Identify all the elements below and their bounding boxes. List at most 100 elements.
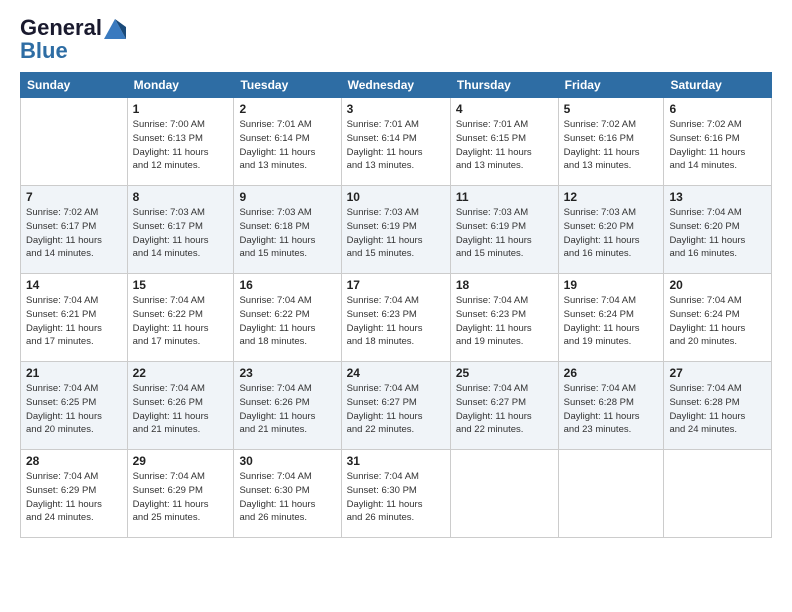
day-cell: 20 Sunrise: 7:04 AMSunset: 6:24 PMDayligh… bbox=[664, 274, 772, 362]
day-number: 31 bbox=[347, 454, 445, 468]
day-info: Sunrise: 7:04 AMSunset: 6:24 PMDaylight:… bbox=[669, 294, 766, 349]
day-info: Sunrise: 7:04 AMSunset: 6:25 PMDaylight:… bbox=[26, 382, 122, 437]
day-cell: 10Sunrise: 7:03 AMSunset: 6:19 PMDayligh… bbox=[341, 186, 450, 274]
day-info: Sunrise: 7:04 AMSunset: 6:30 PMDaylight:… bbox=[239, 470, 335, 525]
day-info: Sunrise: 7:04 AMSunset: 6:30 PMDaylight:… bbox=[347, 470, 445, 525]
day-number: 27 bbox=[669, 366, 766, 380]
day-cell: 16 Sunrise: 7:04 AMSunset: 6:22 PMDayligh… bbox=[234, 274, 341, 362]
day-number: 8 bbox=[133, 190, 229, 204]
day-cell: 22Sunrise: 7:04 AMSunset: 6:26 PMDayligh… bbox=[127, 362, 234, 450]
day-info: Sunrise: 7:04 AMSunset: 6:29 PMDaylight:… bbox=[133, 470, 229, 525]
col-header-saturday: Saturday bbox=[664, 73, 772, 98]
day-number: 7 bbox=[26, 190, 122, 204]
day-cell: 2 Sunrise: 7:01 AMSunset: 6:14 PMDaylight… bbox=[234, 98, 341, 186]
day-info: Sunrise: 7:02 AMSunset: 6:16 PMDaylight:… bbox=[669, 118, 766, 173]
day-info: Sunrise: 7:04 AMSunset: 6:28 PMDaylight:… bbox=[669, 382, 766, 437]
col-header-sunday: Sunday bbox=[21, 73, 128, 98]
day-cell: 26Sunrise: 7:04 AMSunset: 6:28 PMDayligh… bbox=[558, 362, 664, 450]
day-info: Sunrise: 7:04 AMSunset: 6:24 PMDaylight:… bbox=[564, 294, 659, 349]
day-number: 25 bbox=[456, 366, 553, 380]
day-number: 29 bbox=[133, 454, 229, 468]
day-info: Sunrise: 7:04 AMSunset: 6:21 PMDaylight:… bbox=[26, 294, 122, 349]
week-row-4: 21Sunrise: 7:04 AMSunset: 6:25 PMDayligh… bbox=[21, 362, 772, 450]
day-cell: 5 Sunrise: 7:02 AMSunset: 6:16 PMDaylight… bbox=[558, 98, 664, 186]
day-cell: 19 Sunrise: 7:04 AMSunset: 6:24 PMDayligh… bbox=[558, 274, 664, 362]
col-header-thursday: Thursday bbox=[450, 73, 558, 98]
day-number: 22 bbox=[133, 366, 229, 380]
day-info: Sunrise: 7:03 AMSunset: 6:19 PMDaylight:… bbox=[456, 206, 553, 261]
header-row: SundayMondayTuesdayWednesdayThursdayFrid… bbox=[21, 73, 772, 98]
day-cell: 24 Sunrise: 7:04 AMSunset: 6:27 PMDayligh… bbox=[341, 362, 450, 450]
day-cell: 18 Sunrise: 7:04 AMSunset: 6:23 PMDayligh… bbox=[450, 274, 558, 362]
day-number: 14 bbox=[26, 278, 122, 292]
day-info: Sunrise: 7:03 AMSunset: 6:17 PMDaylight:… bbox=[133, 206, 229, 261]
logo-blue: Blue bbox=[20, 40, 126, 62]
day-number: 17 bbox=[347, 278, 445, 292]
day-number: 4 bbox=[456, 102, 553, 116]
day-number: 11 bbox=[456, 190, 553, 204]
day-info: Sunrise: 7:02 AMSunset: 6:16 PMDaylight:… bbox=[564, 118, 659, 173]
day-number: 6 bbox=[669, 102, 766, 116]
day-cell: 17 Sunrise: 7:04 AMSunset: 6:23 PMDayligh… bbox=[341, 274, 450, 362]
week-row-5: 28Sunrise: 7:04 AMSunset: 6:29 PMDayligh… bbox=[21, 450, 772, 538]
day-cell: 13Sunrise: 7:04 AMSunset: 6:20 PMDayligh… bbox=[664, 186, 772, 274]
logo-general: General bbox=[20, 15, 102, 40]
day-number: 16 bbox=[239, 278, 335, 292]
day-cell: 15 Sunrise: 7:04 AMSunset: 6:22 PMDayligh… bbox=[127, 274, 234, 362]
day-cell bbox=[450, 450, 558, 538]
day-cell: 7Sunrise: 7:02 AMSunset: 6:17 PMDaylight… bbox=[21, 186, 128, 274]
day-cell: 14 Sunrise: 7:04 AMSunset: 6:21 PMDayligh… bbox=[21, 274, 128, 362]
calendar-table: SundayMondayTuesdayWednesdayThursdayFrid… bbox=[20, 72, 772, 538]
day-cell: 25 Sunrise: 7:04 AMSunset: 6:27 PMDayligh… bbox=[450, 362, 558, 450]
day-cell: 3 Sunrise: 7:01 AMSunset: 6:14 PMDaylight… bbox=[341, 98, 450, 186]
day-cell: 21Sunrise: 7:04 AMSunset: 6:25 PMDayligh… bbox=[21, 362, 128, 450]
day-number: 5 bbox=[564, 102, 659, 116]
day-cell bbox=[664, 450, 772, 538]
day-number: 18 bbox=[456, 278, 553, 292]
day-cell: 23Sunrise: 7:04 AMSunset: 6:26 PMDayligh… bbox=[234, 362, 341, 450]
day-number: 12 bbox=[564, 190, 659, 204]
day-number: 3 bbox=[347, 102, 445, 116]
day-number: 2 bbox=[239, 102, 335, 116]
day-cell: 30 Sunrise: 7:04 AMSunset: 6:30 PMDayligh… bbox=[234, 450, 341, 538]
col-header-wednesday: Wednesday bbox=[341, 73, 450, 98]
day-info: Sunrise: 7:04 AMSunset: 6:23 PMDaylight:… bbox=[456, 294, 553, 349]
day-info: Sunrise: 7:03 AMSunset: 6:18 PMDaylight:… bbox=[239, 206, 335, 261]
day-cell: 9Sunrise: 7:03 AMSunset: 6:18 PMDaylight… bbox=[234, 186, 341, 274]
page: General Blue SundayMondayTuesdayWednesda… bbox=[0, 0, 792, 548]
day-info: Sunrise: 7:04 AMSunset: 6:27 PMDaylight:… bbox=[456, 382, 553, 437]
day-cell: 1 Sunrise: 7:00 AMSunset: 6:13 PMDaylight… bbox=[127, 98, 234, 186]
day-number: 30 bbox=[239, 454, 335, 468]
day-number: 1 bbox=[133, 102, 229, 116]
day-cell: 12Sunrise: 7:03 AMSunset: 6:20 PMDayligh… bbox=[558, 186, 664, 274]
day-info: Sunrise: 7:04 AMSunset: 6:27 PMDaylight:… bbox=[347, 382, 445, 437]
week-row-1: 1 Sunrise: 7:00 AMSunset: 6:13 PMDaylight… bbox=[21, 98, 772, 186]
week-row-3: 14 Sunrise: 7:04 AMSunset: 6:21 PMDayligh… bbox=[21, 274, 772, 362]
day-cell: 28Sunrise: 7:04 AMSunset: 6:29 PMDayligh… bbox=[21, 450, 128, 538]
day-info: Sunrise: 7:03 AMSunset: 6:19 PMDaylight:… bbox=[347, 206, 445, 261]
day-info: Sunrise: 7:01 AMSunset: 6:14 PMDaylight:… bbox=[239, 118, 335, 173]
col-header-friday: Friday bbox=[558, 73, 664, 98]
day-info: Sunrise: 7:04 AMSunset: 6:22 PMDaylight:… bbox=[133, 294, 229, 349]
day-number: 24 bbox=[347, 366, 445, 380]
day-info: Sunrise: 7:04 AMSunset: 6:23 PMDaylight:… bbox=[347, 294, 445, 349]
day-cell bbox=[558, 450, 664, 538]
logo-icon bbox=[104, 19, 126, 39]
day-info: Sunrise: 7:04 AMSunset: 6:29 PMDaylight:… bbox=[26, 470, 122, 525]
day-number: 20 bbox=[669, 278, 766, 292]
day-info: Sunrise: 7:04 AMSunset: 6:28 PMDaylight:… bbox=[564, 382, 659, 437]
day-info: Sunrise: 7:04 AMSunset: 6:22 PMDaylight:… bbox=[239, 294, 335, 349]
day-cell: 8 Sunrise: 7:03 AMSunset: 6:17 PMDaylight… bbox=[127, 186, 234, 274]
day-cell bbox=[21, 98, 128, 186]
day-number: 23 bbox=[239, 366, 335, 380]
day-number: 19 bbox=[564, 278, 659, 292]
day-cell: 29 Sunrise: 7:04 AMSunset: 6:29 PMDayligh… bbox=[127, 450, 234, 538]
day-number: 15 bbox=[133, 278, 229, 292]
header: General Blue bbox=[20, 16, 772, 62]
col-header-tuesday: Tuesday bbox=[234, 73, 341, 98]
day-info: Sunrise: 7:00 AMSunset: 6:13 PMDaylight:… bbox=[133, 118, 229, 173]
day-cell: 4Sunrise: 7:01 AMSunset: 6:15 PMDaylight… bbox=[450, 98, 558, 186]
day-info: Sunrise: 7:01 AMSunset: 6:14 PMDaylight:… bbox=[347, 118, 445, 173]
day-cell: 11 Sunrise: 7:03 AMSunset: 6:19 PMDayligh… bbox=[450, 186, 558, 274]
day-cell: 31 Sunrise: 7:04 AMSunset: 6:30 PMDayligh… bbox=[341, 450, 450, 538]
